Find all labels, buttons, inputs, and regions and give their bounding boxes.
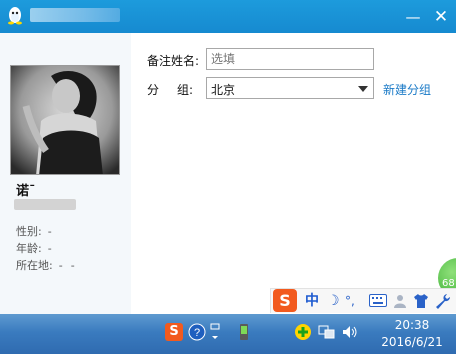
- age-value: -: [47, 242, 52, 255]
- tray-expand-icon[interactable]: [209, 323, 221, 341]
- gender-label: 性别:: [16, 225, 42, 238]
- clock-date: 2016/6/21: [381, 335, 443, 349]
- avatar: [10, 65, 120, 175]
- user-icon[interactable]: [393, 293, 409, 309]
- dropdown-arrow-icon: [358, 86, 368, 92]
- group-label: 分 组:: [147, 81, 193, 98]
- nickname: 诺ˉ: [16, 184, 36, 199]
- clock-time: 20:38: [394, 318, 430, 332]
- sogou-tray-icon[interactable]: S: [165, 323, 183, 341]
- location-row: 所在地: - -: [16, 257, 75, 273]
- remark-name-label: 备注姓名:: [147, 54, 200, 68]
- chinese-mode-toggle[interactable]: 中: [305, 291, 319, 311]
- location-value-1: -: [58, 259, 63, 272]
- profile-panel: 诺ˉ 性别: - 年龄: - 所在地: - -: [0, 33, 131, 314]
- wrench-settings-icon[interactable]: [435, 293, 451, 309]
- remark-name-input[interactable]: [206, 48, 374, 70]
- punctuation-toggle[interactable]: °,: [345, 291, 355, 311]
- help-icon[interactable]: ?: [188, 323, 206, 341]
- add-green-plus-icon[interactable]: [294, 323, 312, 341]
- ime-toolbar: S 中 ☽ °,: [270, 288, 456, 313]
- avatar-image: [11, 66, 119, 174]
- system-clock[interactable]: 20:38 2016/6/21: [372, 317, 452, 351]
- volume-icon[interactable]: [341, 323, 359, 341]
- qq-number-blurred: [14, 199, 76, 210]
- skin-shirt-icon[interactable]: [413, 293, 429, 309]
- gender-value: -: [47, 225, 52, 238]
- minimize-button[interactable]: —: [398, 0, 428, 33]
- half-width-moon-icon[interactable]: ☽: [327, 291, 340, 311]
- window-title-blurred: [30, 8, 120, 22]
- gender-row: 性别: -: [16, 223, 52, 239]
- qq-penguin-icon: [8, 7, 22, 25]
- close-button[interactable]: ✕: [426, 0, 456, 33]
- age-label: 年龄:: [16, 242, 42, 255]
- network-icon[interactable]: [318, 323, 336, 341]
- window-titlebar: — ✕: [0, 0, 456, 33]
- location-value-2: -: [70, 259, 75, 272]
- keyboard-icon[interactable]: [369, 294, 387, 307]
- group-label-part2: 组:: [177, 83, 194, 97]
- group-label-part1: 分: [147, 83, 160, 97]
- age-row: 年龄: -: [16, 240, 52, 256]
- location-label: 所在地:: [16, 259, 53, 272]
- new-group-link[interactable]: 新建分组: [383, 81, 431, 98]
- sogou-logo-icon[interactable]: S: [273, 289, 297, 312]
- windows-taskbar: S ? 20:38 2016/6/21: [0, 314, 456, 354]
- group-select[interactable]: 北京: [206, 77, 374, 99]
- group-selected-value: 北京: [211, 83, 236, 97]
- usb-device-icon[interactable]: [238, 323, 250, 341]
- svg-text:?: ?: [194, 327, 200, 339]
